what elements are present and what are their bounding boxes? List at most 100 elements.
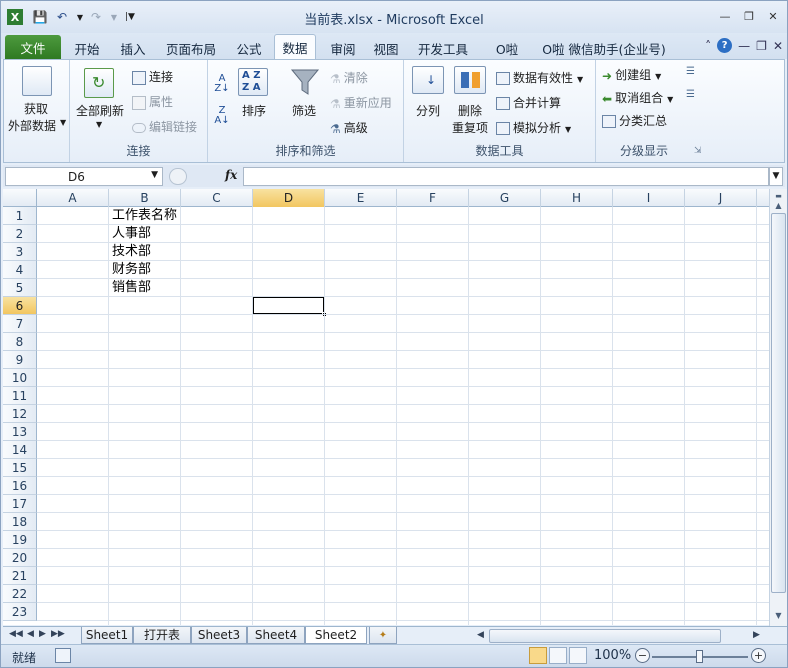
insert-function-icon[interactable]: fx bbox=[225, 168, 237, 182]
column-header-b[interactable]: B bbox=[109, 189, 181, 207]
row-header-6[interactable]: 6 bbox=[3, 297, 37, 315]
reapply-button[interactable]: ⚗ 重新应用 bbox=[330, 94, 392, 111]
doc-restore-icon[interactable]: ❐ bbox=[756, 39, 767, 53]
prev-sheet-icon[interactable]: ◀ bbox=[27, 629, 34, 639]
scroll-down-icon[interactable]: ▼ bbox=[771, 609, 786, 623]
row-header-19[interactable]: 19 bbox=[3, 531, 37, 549]
row-header-7[interactable]: 7 bbox=[3, 315, 37, 333]
insert-sheet-icon[interactable]: ✦ bbox=[369, 627, 397, 644]
row-header-23[interactable]: 23 bbox=[3, 603, 37, 621]
row-header-5[interactable]: 5 bbox=[3, 279, 37, 297]
column-header-i[interactable]: I bbox=[613, 189, 685, 207]
page-layout-view-button[interactable] bbox=[549, 647, 567, 664]
tab-review[interactable]: 审阅 bbox=[323, 37, 363, 59]
next-sheet-icon[interactable]: ▶ bbox=[39, 629, 46, 639]
row-header-12[interactable]: 12 bbox=[3, 405, 37, 423]
row-header-9[interactable]: 9 bbox=[3, 351, 37, 369]
tab-insert[interactable]: 插入 bbox=[113, 37, 153, 59]
tab-view[interactable]: 视图 bbox=[366, 37, 406, 59]
edit-links-button[interactable]: 编辑链接 bbox=[132, 118, 197, 135]
macro-record-icon[interactable] bbox=[55, 648, 71, 663]
column-header-f[interactable]: F bbox=[397, 189, 469, 207]
collapse-ribbon-icon[interactable]: ˄ bbox=[705, 39, 711, 53]
properties-button[interactable]: 属性 bbox=[132, 93, 173, 110]
tab-developer[interactable]: 开发工具 bbox=[413, 37, 473, 59]
tab-page-layout[interactable]: 页面布局 bbox=[161, 37, 221, 59]
cell-b4[interactable]: 财务部 bbox=[109, 261, 151, 279]
clear-button[interactable]: ⚗ 清除 bbox=[330, 69, 368, 86]
sort-az-button[interactable]: A Z↓ bbox=[214, 74, 230, 94]
connections-button[interactable]: 连接 bbox=[132, 68, 173, 85]
formula-input[interactable] bbox=[243, 167, 769, 186]
zoom-level[interactable]: 100% bbox=[594, 648, 631, 663]
tab-ola-wechat[interactable]: O啦 微信助手(企业号) bbox=[541, 37, 667, 59]
select-all-button[interactable] bbox=[3, 189, 37, 207]
tab-file[interactable]: 文件 bbox=[5, 35, 61, 59]
row-header-13[interactable]: 13 bbox=[3, 423, 37, 441]
vertical-scroll-thumb[interactable] bbox=[771, 213, 786, 593]
doc-close-icon[interactable]: ✕ bbox=[773, 39, 783, 53]
cell-b3[interactable]: 技术部 bbox=[109, 243, 151, 261]
outline-dialog-launcher-icon[interactable]: ⇲ bbox=[694, 146, 702, 156]
filter-button[interactable]: 筛选 bbox=[292, 102, 316, 119]
row-header-1[interactable]: 1 bbox=[3, 207, 37, 225]
column-header-e[interactable]: E bbox=[325, 189, 397, 207]
row-header-11[interactable]: 11 bbox=[3, 387, 37, 405]
minimize-icon[interactable]: — bbox=[715, 7, 735, 25]
name-box-dropdown-icon[interactable]: ▼ bbox=[151, 170, 158, 180]
sort-button[interactable]: 排序 bbox=[242, 102, 266, 119]
column-header-g[interactable]: G bbox=[469, 189, 541, 207]
text-to-columns-button[interactable]: 分列 bbox=[416, 102, 440, 119]
normal-view-button[interactable] bbox=[529, 647, 547, 664]
sheet-tab-open-table[interactable]: 打开表 bbox=[133, 627, 191, 644]
row-header-20[interactable]: 20 bbox=[3, 549, 37, 567]
close-icon[interactable]: ✕ bbox=[763, 7, 783, 25]
cell-b2[interactable]: 人事部 bbox=[109, 225, 151, 243]
row-header-17[interactable]: 17 bbox=[3, 495, 37, 513]
sheet-tab-sheet3[interactable]: Sheet3 bbox=[191, 627, 247, 644]
subtotal-button[interactable]: 分类汇总 bbox=[602, 112, 667, 129]
refresh-all-dropdown-icon[interactable]: ▼ bbox=[96, 120, 102, 129]
scroll-up-icon[interactable]: ▲ bbox=[771, 199, 786, 213]
data-validation-button[interactable]: 数据有效性 ▼ bbox=[496, 69, 583, 86]
sheet-tab-sheet4[interactable]: Sheet4 bbox=[247, 627, 305, 644]
help-icon[interactable]: ? bbox=[717, 38, 733, 53]
get-external-data-dropdown-icon[interactable]: ▼ bbox=[60, 118, 66, 127]
column-header-a[interactable]: A bbox=[37, 189, 109, 207]
row-header-8[interactable]: 8 bbox=[3, 333, 37, 351]
row-header-15[interactable]: 15 bbox=[3, 459, 37, 477]
expand-formula-bar-icon[interactable]: ▼ bbox=[769, 167, 783, 186]
scroll-right-icon[interactable]: ▶ bbox=[753, 630, 760, 640]
horizontal-scrollbar[interactable]: ◀ ▶ bbox=[473, 629, 767, 643]
zoom-slider-knob[interactable] bbox=[696, 650, 703, 663]
sheet-tab-sheet1[interactable]: Sheet1 bbox=[81, 627, 133, 644]
row-header-18[interactable]: 18 bbox=[3, 513, 37, 531]
remove-duplicates-label-1[interactable]: 删除 bbox=[458, 102, 482, 119]
row-header-21[interactable]: 21 bbox=[3, 567, 37, 585]
sheet-tab-sheet2[interactable]: Sheet2 bbox=[305, 627, 367, 644]
row-header-22[interactable]: 22 bbox=[3, 585, 37, 603]
tab-data[interactable]: 数据 bbox=[274, 34, 316, 60]
name-box[interactable]: D6 ▼ bbox=[5, 167, 163, 186]
sort-za-button[interactable]: Z A↓ bbox=[214, 106, 230, 126]
column-header-j[interactable]: J bbox=[685, 189, 757, 207]
get-external-data-label-2[interactable]: 外部数据 bbox=[8, 117, 56, 134]
column-header-h[interactable]: H bbox=[541, 189, 613, 207]
row-header-14[interactable]: 14 bbox=[3, 441, 37, 459]
horizontal-scroll-thumb[interactable] bbox=[489, 629, 721, 643]
refresh-all-button[interactable]: 全部刷新 bbox=[76, 102, 124, 119]
consolidate-button[interactable]: 合并计算 bbox=[496, 94, 561, 111]
scroll-left-icon[interactable]: ◀ bbox=[477, 630, 484, 640]
row-header-3[interactable]: 3 bbox=[3, 243, 37, 261]
remove-duplicates-label-2[interactable]: 重复项 bbox=[452, 119, 488, 136]
ungroup-button[interactable]: ⬅ 取消组合 ▼ bbox=[602, 89, 673, 106]
row-header-16[interactable]: 16 bbox=[3, 477, 37, 495]
row-header-4[interactable]: 4 bbox=[3, 261, 37, 279]
tab-formulas[interactable]: 公式 bbox=[229, 37, 269, 59]
get-external-data-label-1[interactable]: 获取 bbox=[24, 100, 48, 117]
cell-b1[interactable]: 工作表名称 bbox=[109, 207, 177, 225]
whatif-button[interactable]: 模拟分析 ▼ bbox=[496, 119, 571, 136]
zoom-out-icon[interactable]: − bbox=[635, 648, 650, 663]
tab-home[interactable]: 开始 bbox=[67, 37, 107, 59]
tab-ola[interactable]: O啦 bbox=[487, 37, 527, 59]
